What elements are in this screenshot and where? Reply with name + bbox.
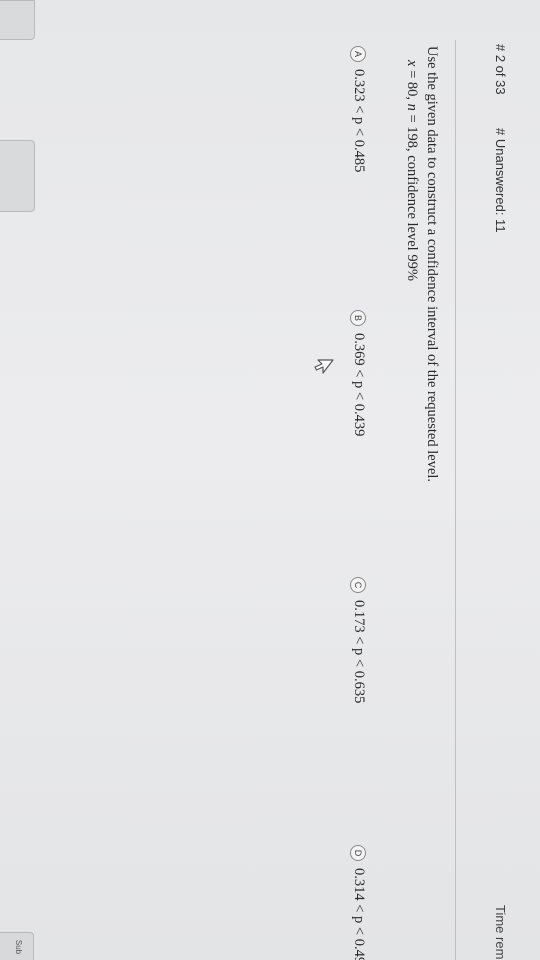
time-remaining: Time rem [493,905,508,960]
n-variable: n [404,103,420,111]
question-data: x = 80, n = 198, confidence level 99% [403,60,420,281]
option-b-text: 0.369 < p < 0.439 [351,333,367,437]
option-a-radio[interactable]: A [350,46,367,62]
question-progress: # 2 of 33 [493,44,508,95]
mouse-pointer-icon [314,359,334,374]
answer-option-a[interactable]: A 0.323 < p < 0.485 [350,46,367,172]
sidebar-tab-secondary[interactable] [0,140,35,212]
option-d-text: 0.314 < p < 0.49 [351,868,367,960]
question-prompt: Use the given data to construct a confid… [424,46,440,483]
submit-button[interactable]: Sub [0,932,34,960]
answer-option-c[interactable]: C 0.173 < p < 0.635 [350,577,367,703]
option-b-radio[interactable]: B [350,310,367,326]
option-a-text: 0.323 < p < 0.485 [351,69,367,173]
quiz-screen: # 2 of 33 # Unanswered: 11 Time rem Use … [0,0,540,960]
unanswered-count: # Unanswered: 11 [493,128,508,233]
option-d-radio[interactable]: D [350,845,367,861]
option-c-radio[interactable]: C [350,577,367,593]
answer-option-b[interactable]: B 0.369 < p < 0.439 [350,310,367,436]
option-c-text: 0.173 < p < 0.635 [351,600,367,704]
n-value-and-level: = 198, confidence level 99% [404,110,420,281]
header-divider [455,40,456,960]
quiz-header: # 2 of 33 # Unanswered: 11 Time rem [460,0,540,960]
x-value: = 80, [404,66,420,104]
sidebar-tab[interactable] [0,0,35,40]
answer-option-d[interactable]: D 0.314 < p < 0.49 [350,845,367,960]
